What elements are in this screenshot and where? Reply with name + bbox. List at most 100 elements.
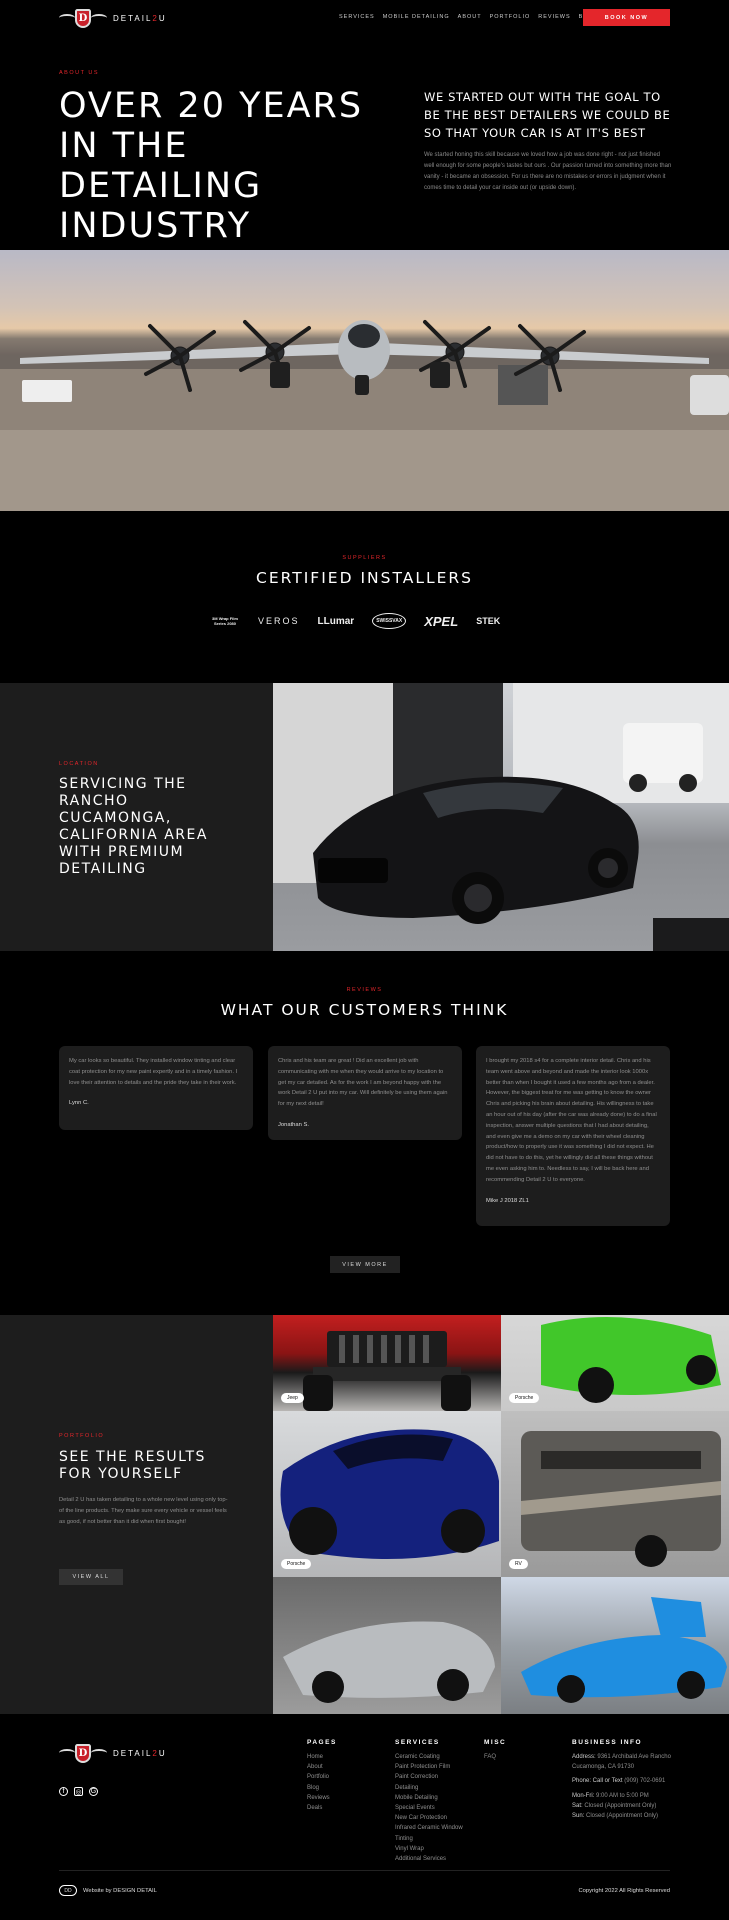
footer-service-link[interactable]: Ceramic Coating [395, 1752, 475, 1762]
reviews-section: REVIEWS WHAT OUR CUSTOMERS THINK My car … [0, 951, 729, 1315]
portfolio-title: SEE THE RESULTS FOR YOURSELF [59, 1449, 206, 1482]
review-author: Mike J 2018 ZL1 [486, 1197, 529, 1204]
logo-3m: 3M Wrap Film Series 2080 [212, 616, 238, 626]
footer-hours-sunday: Sun: Closed (Appointment Only) [572, 1813, 659, 1820]
footer-misc-title: MISC [484, 1739, 507, 1746]
review-card: My car looks so beautiful. They installe… [59, 1046, 253, 1130]
portfolio-tile-jeep[interactable]: Jeep [273, 1315, 501, 1411]
portfolio-eyebrow: PORTFOLIO [59, 1433, 105, 1439]
tile-tag: Porsche [281, 1559, 312, 1569]
footer-services: SERVICES Ceramic Coating Paint Protectio… [395, 1739, 475, 1864]
footer-link-portfolio[interactable]: Portfolio [307, 1772, 337, 1782]
suppliers-eyebrow: SUPPLIERS [342, 555, 387, 561]
b29-airplane-photo [0, 250, 729, 511]
google-icon[interactable]: G [89, 1787, 98, 1796]
footer-service-link[interactable]: New Car Protection [395, 1813, 475, 1823]
tile-tag: Jeep [281, 1393, 304, 1403]
copyright: Copyright 2022 All Rights Reserved [578, 1888, 670, 1894]
about-body: We started honing this skill because we … [424, 152, 672, 191]
tile-tag: Porsche [509, 1393, 540, 1403]
footer-service-link[interactable]: Special Events [395, 1803, 475, 1813]
facebook-icon[interactable]: f [59, 1787, 68, 1796]
footer-hours-saturday: Sat: Closed (Appointment Only) [572, 1802, 657, 1809]
audi-r8-illustration [273, 683, 729, 951]
page: D DETAIL2U SERVICES MOBILE DETAILING ABO… [0, 0, 729, 1920]
footer-service-link[interactable]: Mobile Detailing [395, 1793, 475, 1803]
footer-hours-weekday: Mon-Fri: 9:00 AM to 5:00 PM [572, 1792, 649, 1799]
design-credit-text: Website by DESIGN DETAIL [83, 1887, 157, 1894]
logo-stek: STEK [476, 616, 501, 626]
logo-llumar: LLumar [317, 615, 355, 627]
corvette-silver-illustration [283, 1621, 495, 1703]
porsche-blue-illustration [280, 1429, 499, 1559]
logo-wing-left-icon [59, 14, 75, 22]
logo-letter: D [78, 12, 88, 24]
footer-service-link[interactable]: Additional Services [395, 1854, 475, 1864]
social-links: f ◎ G [59, 1787, 98, 1796]
portfolio-tile-porsche-green[interactable]: Porsche [501, 1315, 729, 1411]
nav-reviews[interactable]: REVIEWS [538, 14, 570, 20]
footer-service-link[interactable]: Paint Correction [395, 1772, 475, 1782]
logo-wordmark: DETAIL2U [113, 13, 167, 23]
footer-logo[interactable]: D DETAIL2U [59, 1741, 167, 1765]
review-author: Lynn C. [69, 1100, 89, 1107]
footer-service-link[interactable]: Vinyl Wrap [395, 1844, 475, 1854]
suppliers-section: SUPPLIERS CERTIFIED INSTALLERS 3M Wrap F… [0, 511, 729, 683]
portfolio-tile-corvette-silver[interactable] [273, 1577, 501, 1714]
instagram-icon[interactable]: ◎ [74, 1787, 83, 1796]
airplane-illustration [0, 320, 729, 511]
main-nav: SERVICES MOBILE DETAILING ABOUT PORTFOLI… [339, 14, 598, 20]
nav-portfolio[interactable]: PORTFOLIO [490, 14, 531, 20]
footer-link-blog[interactable]: Blog [307, 1783, 337, 1793]
footer-service-link[interactable]: Infrared Ceramic Window [395, 1823, 475, 1833]
logo-xpel: XPEL [424, 613, 459, 629]
site-header: D DETAIL2U SERVICES MOBILE DETAILING ABO… [0, 0, 729, 36]
nav-mobile-detailing[interactable]: MOBILE DETAILING [383, 14, 450, 20]
reviews-title: WHAT OUR CUSTOMERS THINK [220, 1001, 509, 1019]
logo-wing-right-icon [91, 14, 107, 22]
portfolio-tile-corvette-blue[interactable] [501, 1577, 729, 1714]
design-detail-logo-icon: DD [59, 1885, 77, 1896]
portfolio-tile-porsche-blue[interactable]: Porsche [273, 1411, 501, 1577]
book-now-button[interactable]: BOOK NOW [583, 9, 670, 26]
portfolio-section: PORTFOLIO SEE THE RESULTS FOR YOURSELF D… [0, 1315, 729, 1714]
rv-illustration [521, 1431, 721, 1567]
footer-info-title: BUSINESS INFO [572, 1739, 643, 1746]
about-section: ABOUT US OVER 20 YEARS IN THE DETAILING … [0, 36, 729, 250]
about-subtitle: WE STARTED OUT WITH THE GOAL TO BE THE B… [424, 90, 671, 140]
footer-service-link[interactable]: Detailing [395, 1783, 475, 1793]
nav-about[interactable]: ABOUT [458, 14, 482, 20]
logo-wing-right-icon [91, 1749, 107, 1757]
location-eyebrow: LOCATION [59, 761, 99, 767]
logo-wordmark: DETAIL2U [113, 1748, 167, 1758]
tile-tag: RV [509, 1559, 528, 1569]
footer-service-link[interactable]: Paint Protection Film [395, 1762, 475, 1772]
footer-link-faq[interactable]: FAQ [484, 1752, 506, 1762]
footer-pages: PAGES Home About Portfolio Blog Reviews … [307, 1739, 337, 1813]
site-logo[interactable]: D DETAIL2U [59, 6, 167, 30]
footer-link-deals[interactable]: Deals [307, 1803, 337, 1813]
view-more-button[interactable]: VIEW MORE [330, 1256, 400, 1273]
footer-phone[interactable]: Phone: Call or Text (909) 702-0691 [572, 1776, 672, 1786]
footer-link-home[interactable]: Home [307, 1752, 337, 1762]
site-footer: D DETAIL2U f ◎ G PAGES Home About Portfo… [0, 1714, 729, 1920]
footer-service-link[interactable]: Tinting [395, 1834, 475, 1844]
logo-wing-left-icon [59, 1749, 75, 1757]
about-title: OVER 20 YEARS IN THE DETAILING INDUSTRY [59, 86, 364, 246]
footer-link-about[interactable]: About [307, 1762, 337, 1772]
design-credit[interactable]: DD Website by DESIGN DETAIL [59, 1885, 157, 1896]
portfolio-tile-rv[interactable]: RV [501, 1411, 729, 1577]
review-card: I brought my 2018 s4 for a complete inte… [476, 1046, 670, 1226]
supplier-logos: 3M Wrap Film Series 2080 VEROS LLumar SW… [210, 613, 500, 629]
jeep-illustration [303, 1331, 471, 1411]
view-all-button[interactable]: VIEW ALL [59, 1569, 123, 1585]
footer-divider [59, 1870, 670, 1871]
footer-services-title: SERVICES [395, 1739, 440, 1746]
footer-link-reviews[interactable]: Reviews [307, 1793, 337, 1803]
audi-r8-photo [273, 683, 729, 951]
logo-veros: VEROS [258, 616, 300, 626]
review-text: Chris and his team are great ! Did an ex… [278, 1058, 448, 1108]
nav-services[interactable]: SERVICES [339, 14, 375, 20]
review-text: My car looks so beautiful. They installe… [69, 1058, 238, 1086]
footer-business-info: BUSINESS INFO Address: 9361 Archibald Av… [572, 1739, 672, 1821]
